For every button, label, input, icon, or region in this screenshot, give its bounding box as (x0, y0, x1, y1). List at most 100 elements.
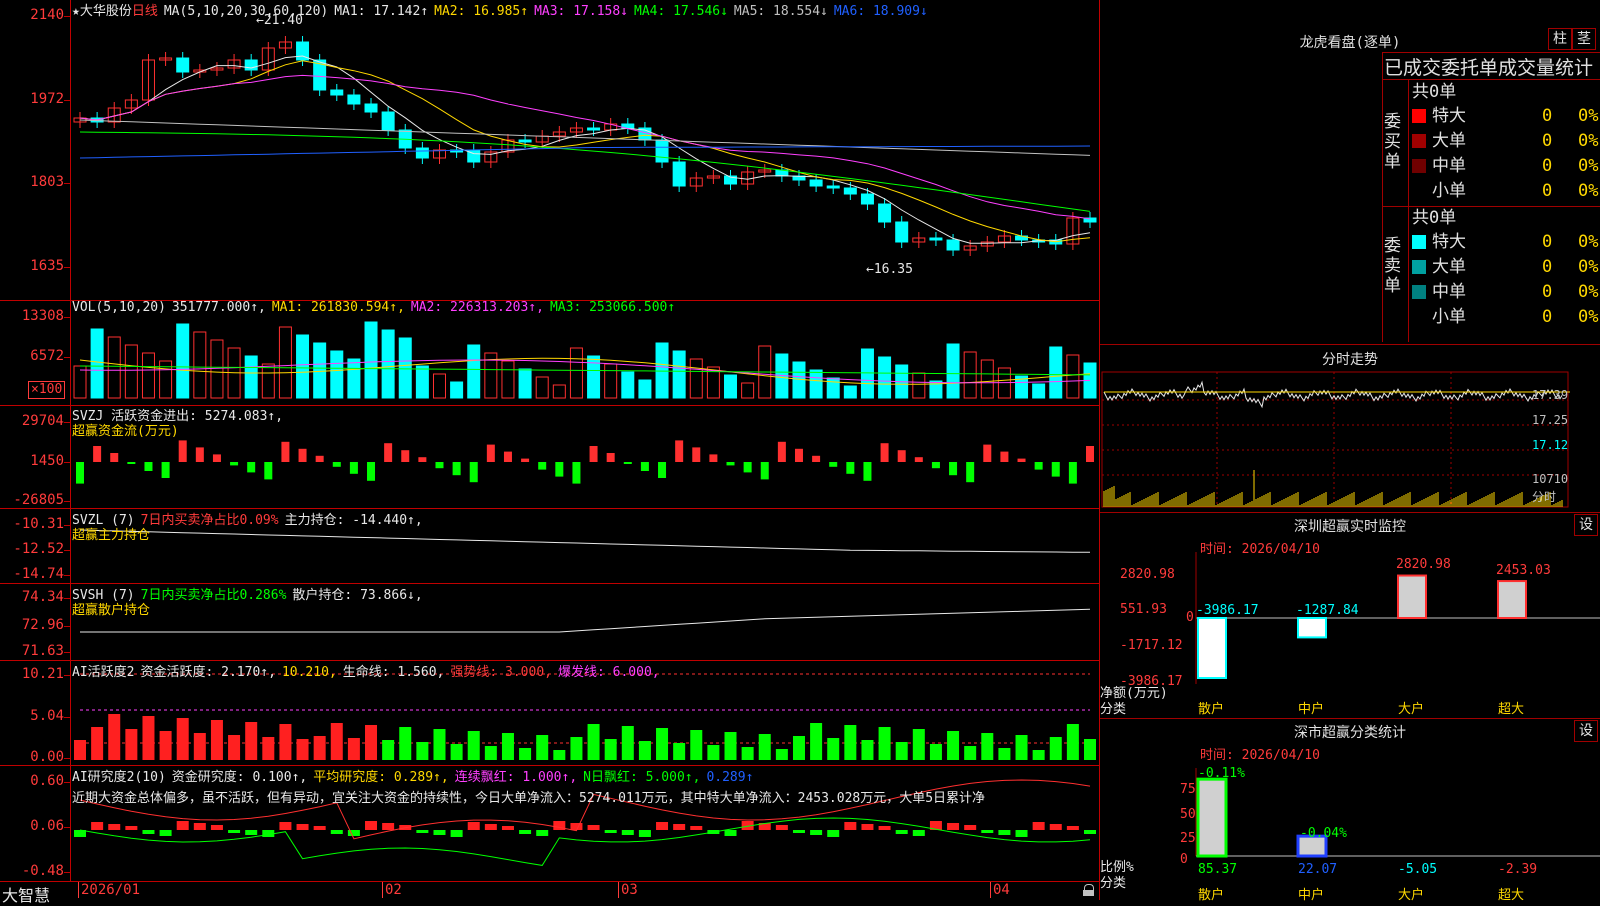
flow-bar (452, 462, 461, 476)
sz-y-tick: 2820.98 (1120, 567, 1175, 582)
flow-bar (794, 448, 803, 462)
vol-value: MA3: 253066.500↑ (549, 300, 676, 315)
research-bar (519, 830, 532, 834)
ai-active-value: 强势线: 3.000, (450, 665, 552, 680)
ma-values: MA1: 17.142↑ MA2: 16.985↑ MA3: 17.158↓ MA4:… (334, 4, 934, 19)
y-tick-mark (64, 501, 70, 502)
research-bar (981, 830, 994, 833)
active-bar (433, 729, 446, 760)
ma-value: MA3: 17.158↓ (534, 4, 628, 19)
y-tick-label: -0.48 (21, 863, 64, 879)
row-percent: 0% (1578, 307, 1599, 327)
y-tick-mark (64, 782, 70, 783)
volume-bar (381, 329, 395, 399)
research-bar (433, 830, 446, 835)
active-bar (947, 731, 960, 760)
y-tick-mark (64, 183, 70, 184)
volume-bar (176, 323, 190, 399)
research-bar (313, 826, 326, 830)
research-bar (827, 830, 840, 837)
volume-bar (330, 350, 344, 399)
flow-bar (418, 457, 427, 462)
candle-body (176, 57, 190, 73)
y-tick-mark (64, 357, 70, 358)
period-label[interactable]: 日线 (132, 4, 158, 19)
date-label: 04 (990, 882, 1010, 898)
svsh-subtitle: 超赢散户持仓 (72, 603, 151, 618)
ss-value-label: 85.37 (1198, 862, 1238, 877)
volume-bar (552, 384, 566, 399)
active-bar (553, 750, 566, 760)
intraday-tick: 17.39 (1532, 388, 1569, 402)
y-tick-mark (64, 267, 70, 268)
dragon-title: 龙虎看盘(逐单) (1299, 35, 1401, 51)
active-bar (673, 743, 686, 760)
ss-category-label: 超大 (1498, 888, 1525, 903)
flow-bar (1017, 458, 1026, 462)
volume-bar (809, 369, 823, 399)
row-count: 0 (1542, 307, 1553, 327)
active-bar (108, 714, 121, 760)
research-bar (656, 822, 669, 830)
research-bar (912, 830, 925, 836)
volume-bar (638, 379, 652, 399)
active-bar (724, 732, 737, 760)
volume-bar (347, 358, 361, 399)
y-tick-label: 72.96 (21, 617, 64, 633)
active-bar (176, 718, 189, 760)
volume-bar (912, 372, 926, 399)
active-bar (296, 739, 309, 760)
volume-bar (980, 359, 994, 399)
active-bar (450, 744, 463, 760)
y-tick-mark (64, 462, 70, 463)
row-count: 0 (1542, 181, 1553, 201)
research-bar (228, 830, 241, 833)
date-label: 02 (382, 882, 402, 898)
brand-logo[interactable]: 大智慧 (2, 882, 50, 906)
stock-name[interactable]: 大华股份 (80, 4, 132, 19)
active-bar (690, 730, 703, 760)
color-swatch (1412, 109, 1426, 123)
date-label: 03 (618, 882, 638, 898)
y-tick-mark (64, 100, 70, 101)
svzl-ratio: 7日内买卖净占比0.09% (140, 513, 279, 528)
volume-bar (724, 374, 738, 399)
volume-bar (689, 358, 703, 399)
active-bar (365, 725, 378, 760)
svsh-line (80, 608, 1091, 633)
flow-bar (931, 462, 940, 469)
flow-bar (966, 462, 975, 483)
flow-bar (606, 453, 615, 462)
main-header: ★大华股份日线 MA(5,10,20,30,60,120) MA1: 17.142↑… (72, 0, 940, 19)
flow-bar (829, 462, 838, 467)
volume-bar (107, 336, 121, 399)
ai-research-value: 连续飘红: 1.000↑, (454, 770, 578, 785)
ss-category-label: 大户 (1398, 888, 1425, 903)
volume-bar (518, 368, 532, 399)
y-tick-label: 5.04 (30, 708, 64, 724)
y-tick-label: -12.52 (13, 541, 64, 557)
pillar-button[interactable]: 柱 (1548, 28, 1572, 50)
ai-active-value: 生命线: 1.560, (342, 665, 445, 680)
y-tick-mark (64, 717, 70, 718)
order-row: 特大 0 0% (1412, 230, 1600, 254)
research-bar (484, 824, 497, 830)
research-bar (964, 825, 977, 830)
order-stats-tabs[interactable]: 已成交委托单成交量统计 (1384, 53, 1600, 80)
flow-bar (503, 451, 512, 462)
main-chart-area[interactable]: ★大华股份日线 MA(5,10,20,30,60,120) MA1: 17.142↑… (0, 0, 1100, 905)
star-icon[interactable]: ★ (72, 4, 80, 19)
row-name: 中单 (1432, 282, 1466, 302)
flow-bar (760, 462, 769, 480)
grid-button[interactable]: 茎 (1572, 28, 1596, 50)
y-tick-label: 1450 (30, 453, 64, 469)
flow-bar (914, 457, 923, 462)
research-bar (330, 830, 343, 834)
chart-canvas[interactable] (0, 0, 1100, 900)
active-bar (758, 734, 771, 760)
flow-bar (623, 462, 632, 464)
candle-body (415, 147, 429, 159)
vol-unit-badge[interactable]: ×100 (28, 381, 66, 399)
volume-bar (621, 371, 635, 399)
ss-y-tick: 75 (1180, 782, 1196, 797)
